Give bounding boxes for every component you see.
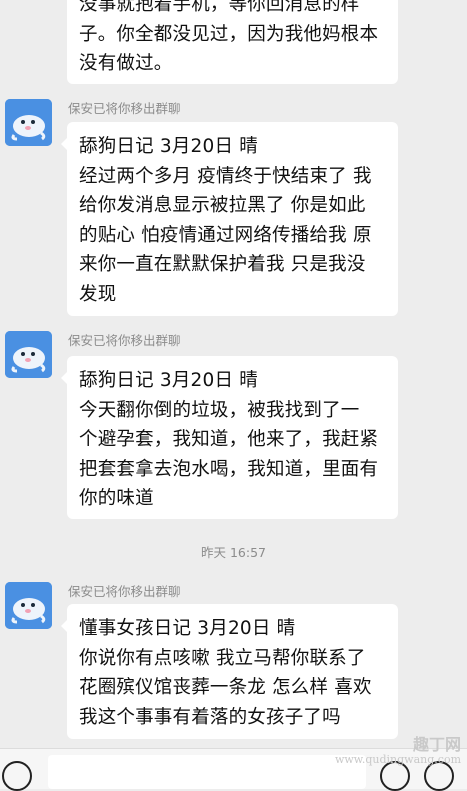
- watermark: 趣丁网 www.qudingwang.com: [335, 736, 461, 766]
- seal-avatar-icon: [5, 582, 52, 629]
- voice-icon[interactable]: [2, 761, 32, 791]
- message-line: 的贴心 怕疫情通过网络传播给我 原: [79, 224, 372, 246]
- message-bubble[interactable]: 懂事女孩日记 3月20日 晴 你说你有点咳嗽 我立马帮你联系了 花圈殡仪馆丧葬一…: [61, 604, 398, 739]
- message-line: 经过两个多月 疫情终于快结束了 我: [79, 165, 372, 187]
- message-line: 个避孕套，我知道，他来了，我赶紧: [79, 429, 379, 450]
- time-divider: 昨天 16:57: [201, 545, 266, 560]
- message-bubble[interactable]: 舔狗日记 3月20日 晴 今天翻你倒的垃圾，被我找到了一 个避孕套，我知道，他来…: [61, 356, 398, 519]
- message-line: 舔狗日记 3月20日 晴: [79, 136, 258, 157]
- message-line: 你说你有点咳嗽 我立马帮你联系了: [79, 647, 366, 669]
- sender-name: 保安已将你移出群聊: [68, 584, 181, 599]
- message-bubble[interactable]: 没事就抱着手机，等你回消息的样 子。你全都没见过，因为我他妈根本 没有做过。: [67, 0, 398, 84]
- message-line: 给你发消息显示被拉黑了 你是如此: [79, 195, 366, 216]
- sender-name: 保安已将你移出群聊: [68, 333, 181, 348]
- message-line: 把套套拿去泡水喝，我知道，里面有: [79, 458, 379, 480]
- avatar[interactable]: [5, 331, 52, 378]
- message-line: 你的味道: [79, 488, 154, 509]
- message-line: 发现: [79, 283, 117, 305]
- message-input[interactable]: [48, 755, 366, 789]
- sender-name: 保安已将你移出群聊: [68, 101, 181, 116]
- avatar[interactable]: [5, 99, 52, 146]
- message-line: 来你一直在默默保护着我 只是我没: [79, 254, 366, 275]
- seal-avatar-icon: [5, 99, 52, 146]
- message-line: 懂事女孩日记 3月20日 晴: [79, 618, 296, 639]
- message-line: 舔狗日记 3月20日 晴: [79, 370, 258, 391]
- message-line: 我这个事事有着落的女孩子了吗: [79, 706, 341, 728]
- seal-avatar-icon: [5, 331, 52, 378]
- message-line: 没有做过。: [79, 53, 173, 74]
- message-bubble[interactable]: 舔狗日记 3月20日 晴 经过两个多月 疫情终于快结束了 我 给你发消息显示被拉…: [61, 122, 398, 316]
- watermark-url: www.qudingwang.com: [334, 753, 461, 766]
- watermark-logo-text: 趣丁网: [412, 735, 461, 754]
- message-line: 没事就抱着手机，等你回消息的样: [79, 0, 360, 15]
- message-line: 花圈殡仪馆丧葬一条龙 怎么样 喜欢: [79, 677, 372, 698]
- avatar[interactable]: [5, 582, 52, 629]
- message-line: 今天翻你倒的垃圾，被我找到了一: [79, 399, 360, 421]
- message-line: 子。你全都没见过，因为我他妈根本: [79, 23, 379, 45]
